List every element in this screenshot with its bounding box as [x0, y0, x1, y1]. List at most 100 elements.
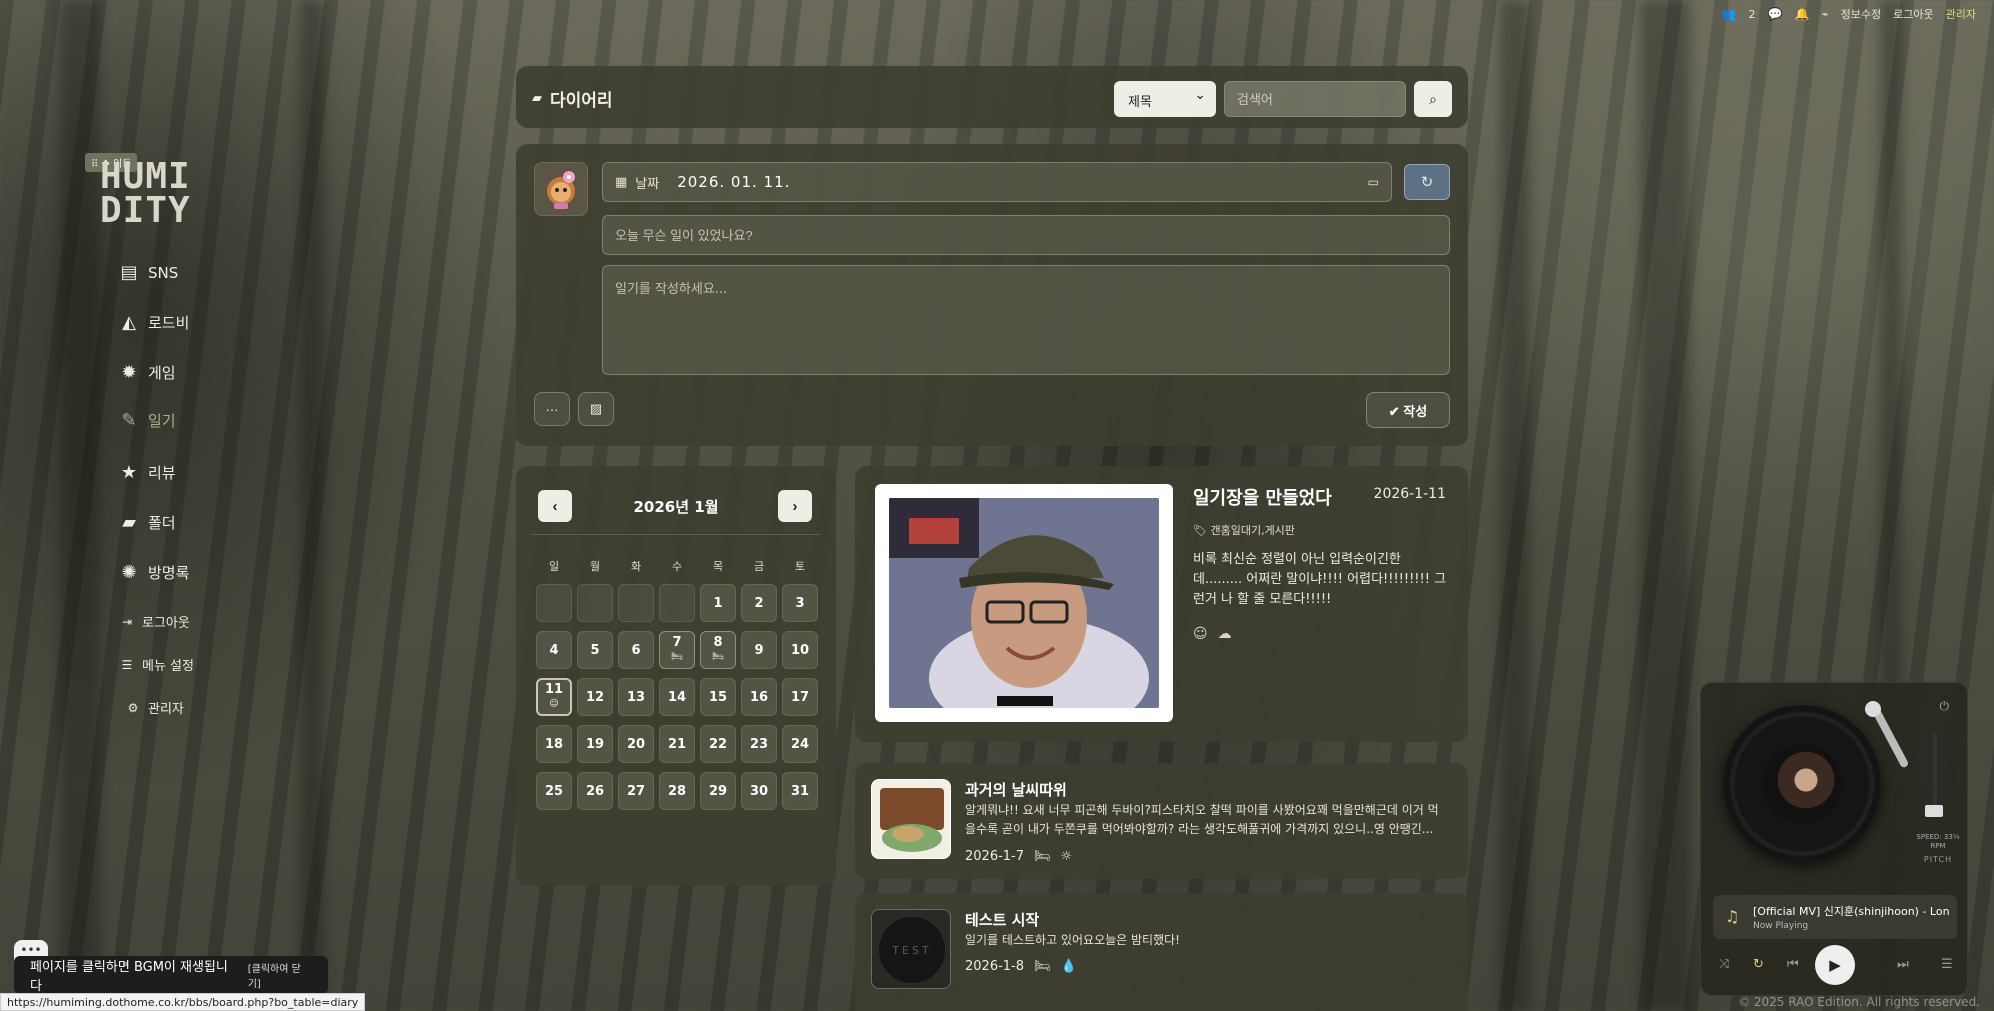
edit-profile-link[interactable]: 정보수정: [1841, 6, 1881, 22]
post-tags-text[interactable]: 갠홈일대기,게시판: [1210, 524, 1294, 537]
vinyl-record[interactable]: [1723, 705, 1881, 863]
sidebar-item-logout[interactable]: ⇥ 로그아웃: [120, 612, 190, 632]
date-picker-icon[interactable]: ▭: [1368, 175, 1379, 189]
folder-icon: ▰: [122, 512, 136, 533]
post-thumbnail[interactable]: [871, 779, 951, 859]
search-input[interactable]: [1224, 81, 1406, 117]
date-field[interactable]: ▦ 날짜 2026. 01. 11. ▭: [602, 162, 1392, 202]
calendar-day[interactable]: 3: [782, 584, 818, 622]
sidebar-item-game[interactable]: ✹ 게임: [118, 362, 175, 383]
calendar-day[interactable]: 29: [700, 772, 736, 810]
weekday-label: 일: [548, 560, 560, 573]
calendar-day[interactable]: 13: [618, 678, 654, 716]
next-track-icon[interactable]: ⏭: [1897, 957, 1909, 972]
bgm-toast[interactable]: 페이지를 클릭하면 BGM이 재생됩니다 [클릭하여 닫기]: [14, 956, 328, 994]
pitch-slider-knob[interactable]: [1925, 805, 1943, 817]
smile-icon: ☺: [549, 699, 559, 709]
power-icon[interactable]: ⏻: [1940, 699, 1950, 714]
avatar-character: [547, 171, 575, 209]
reset-date-button[interactable]: ↻: [1404, 164, 1450, 200]
chevron-right-icon: ›: [792, 497, 798, 515]
calendar-day[interactable]: 30: [741, 772, 777, 810]
post-thumbnail[interactable]: TEST: [871, 909, 951, 989]
calendar-day[interactable]: 28: [659, 772, 695, 810]
calendar-day[interactable]: 21: [659, 725, 695, 763]
day-number: 13: [626, 689, 646, 705]
sidebar-item-roadby[interactable]: ◭ 로드비: [118, 312, 189, 333]
attach-image-button[interactable]: ▨: [578, 392, 614, 426]
sidebar-item-menu-settings[interactable]: ☰ 메뉴 설정: [120, 655, 194, 675]
site-logo[interactable]: HUMI DITY: [100, 159, 191, 229]
calendar-empty-cell: [659, 584, 695, 622]
diary-body-textarea[interactable]: [602, 265, 1450, 375]
calendar-day[interactable]: 24: [782, 725, 818, 763]
post-title[interactable]: 과거의 날씨따위: [965, 779, 1067, 800]
search-button[interactable]: ⌕: [1414, 81, 1452, 117]
sidebar-item-guestbook[interactable]: ✺ 방명록: [118, 562, 189, 583]
search-field-select[interactable]: 제목: [1114, 81, 1216, 117]
calendar-day[interactable]: 23: [741, 725, 777, 763]
calendar-day[interactable]: 8 🛏: [700, 631, 736, 669]
logout-link[interactable]: 로그아웃: [1893, 6, 1933, 22]
calendar-day[interactable]: 2: [741, 584, 777, 622]
calendar-day[interactable]: 27: [618, 772, 654, 810]
calendar-day[interactable]: 20: [618, 725, 654, 763]
calendar-empty-cell: [536, 584, 572, 622]
diary-post-featured[interactable]: 일기장을 만들었다 2026-1-11 🏷 갠홈일대기,게시판 비록 최신순 정…: [855, 466, 1468, 742]
calendar-day[interactable]: 9: [741, 631, 777, 669]
diary-post-item[interactable]: TEST 테스트 시작 일기를 테스트하고 있어요오늘은 밤티했다! 2026-…: [855, 893, 1468, 1011]
background-tree: [1640, 0, 1690, 1011]
calendar-day[interactable]: 22: [700, 725, 736, 763]
calendar-day[interactable]: 26: [577, 772, 613, 810]
post-mood-weather: ☺ ☁: [1193, 626, 1232, 642]
calendar-day[interactable]: 6: [618, 631, 654, 669]
refresh-icon: ↻: [1420, 174, 1434, 191]
calendar-day[interactable]: 5: [577, 631, 613, 669]
day-number: 15: [708, 689, 728, 705]
bell-icon[interactable]: 🔔: [1794, 7, 1809, 21]
sidebar-item-sns[interactable]: ▤ SNS: [118, 262, 178, 283]
calendar-day[interactable]: 25: [536, 772, 572, 810]
shuffle-icon[interactable]: ⤨: [1719, 957, 1729, 972]
star-icon: ★: [120, 462, 138, 483]
day-number: 29: [708, 783, 728, 799]
day-number: 21: [667, 736, 687, 752]
calendar-day[interactable]: 4: [536, 631, 572, 669]
calendar-day[interactable]: 19: [577, 725, 613, 763]
diary-title-input[interactable]: [602, 215, 1450, 255]
bgm-toast-close[interactable]: [클릭하여 닫기]: [248, 960, 312, 990]
sidebar-item-review[interactable]: ★ 리뷰: [118, 462, 176, 483]
calendar-day[interactable]: 17: [782, 678, 818, 716]
sidebar-item-folder[interactable]: ▰ 폴더: [118, 512, 176, 533]
sidebar-item-label: 관리자: [148, 702, 184, 717]
sidebar-item-label: 방명록: [148, 564, 190, 582]
calendar-day[interactable]: 10: [782, 631, 818, 669]
post-thumbnail[interactable]: [875, 484, 1173, 722]
repeat-icon[interactable]: ↻: [1753, 957, 1764, 972]
calendar-day[interactable]: 18: [536, 725, 572, 763]
comment-icon[interactable]: 💬: [1768, 7, 1783, 21]
pitch-slider[interactable]: [1933, 733, 1937, 813]
calendar-day[interactable]: 15: [700, 678, 736, 716]
play-button[interactable]: ▶: [1815, 945, 1855, 985]
calendar-day[interactable]: 7 🛏: [659, 631, 695, 669]
rss-icon[interactable]: ⌁: [1821, 7, 1828, 21]
test-thumb-text: TEST: [879, 917, 945, 983]
calendar-day[interactable]: 12: [577, 678, 613, 716]
more-options-button[interactable]: ···: [534, 392, 570, 426]
previous-track-icon[interactable]: ⏮: [1787, 957, 1799, 972]
calendar-day[interactable]: 16: [741, 678, 777, 716]
calendar-day[interactable]: 14: [659, 678, 695, 716]
admin-link[interactable]: 관리자: [1946, 6, 1976, 22]
playlist-icon[interactable]: ☰: [1941, 957, 1953, 972]
sidebar-item-diary[interactable]: ✎ 일기: [118, 410, 175, 431]
post-title[interactable]: 테스트 시작: [965, 909, 1039, 930]
calendar-day[interactable]: 1: [700, 584, 736, 622]
post-title[interactable]: 일기장을 만들었다: [1193, 484, 1332, 510]
submit-button[interactable]: ✔ 작성: [1366, 392, 1450, 428]
diary-post-item[interactable]: 과거의 날씨따위 알게뭐냐!! 요새 너무 피곤해 두바이?피스타치오 찰떡 파…: [855, 763, 1468, 879]
sidebar-item-admin[interactable]: ⚙ 관리자: [126, 698, 184, 718]
calendar-day[interactable]: 11 ☺: [536, 678, 572, 716]
next-month-button[interactable]: ›: [778, 490, 812, 522]
calendar-day[interactable]: 31: [782, 772, 818, 810]
